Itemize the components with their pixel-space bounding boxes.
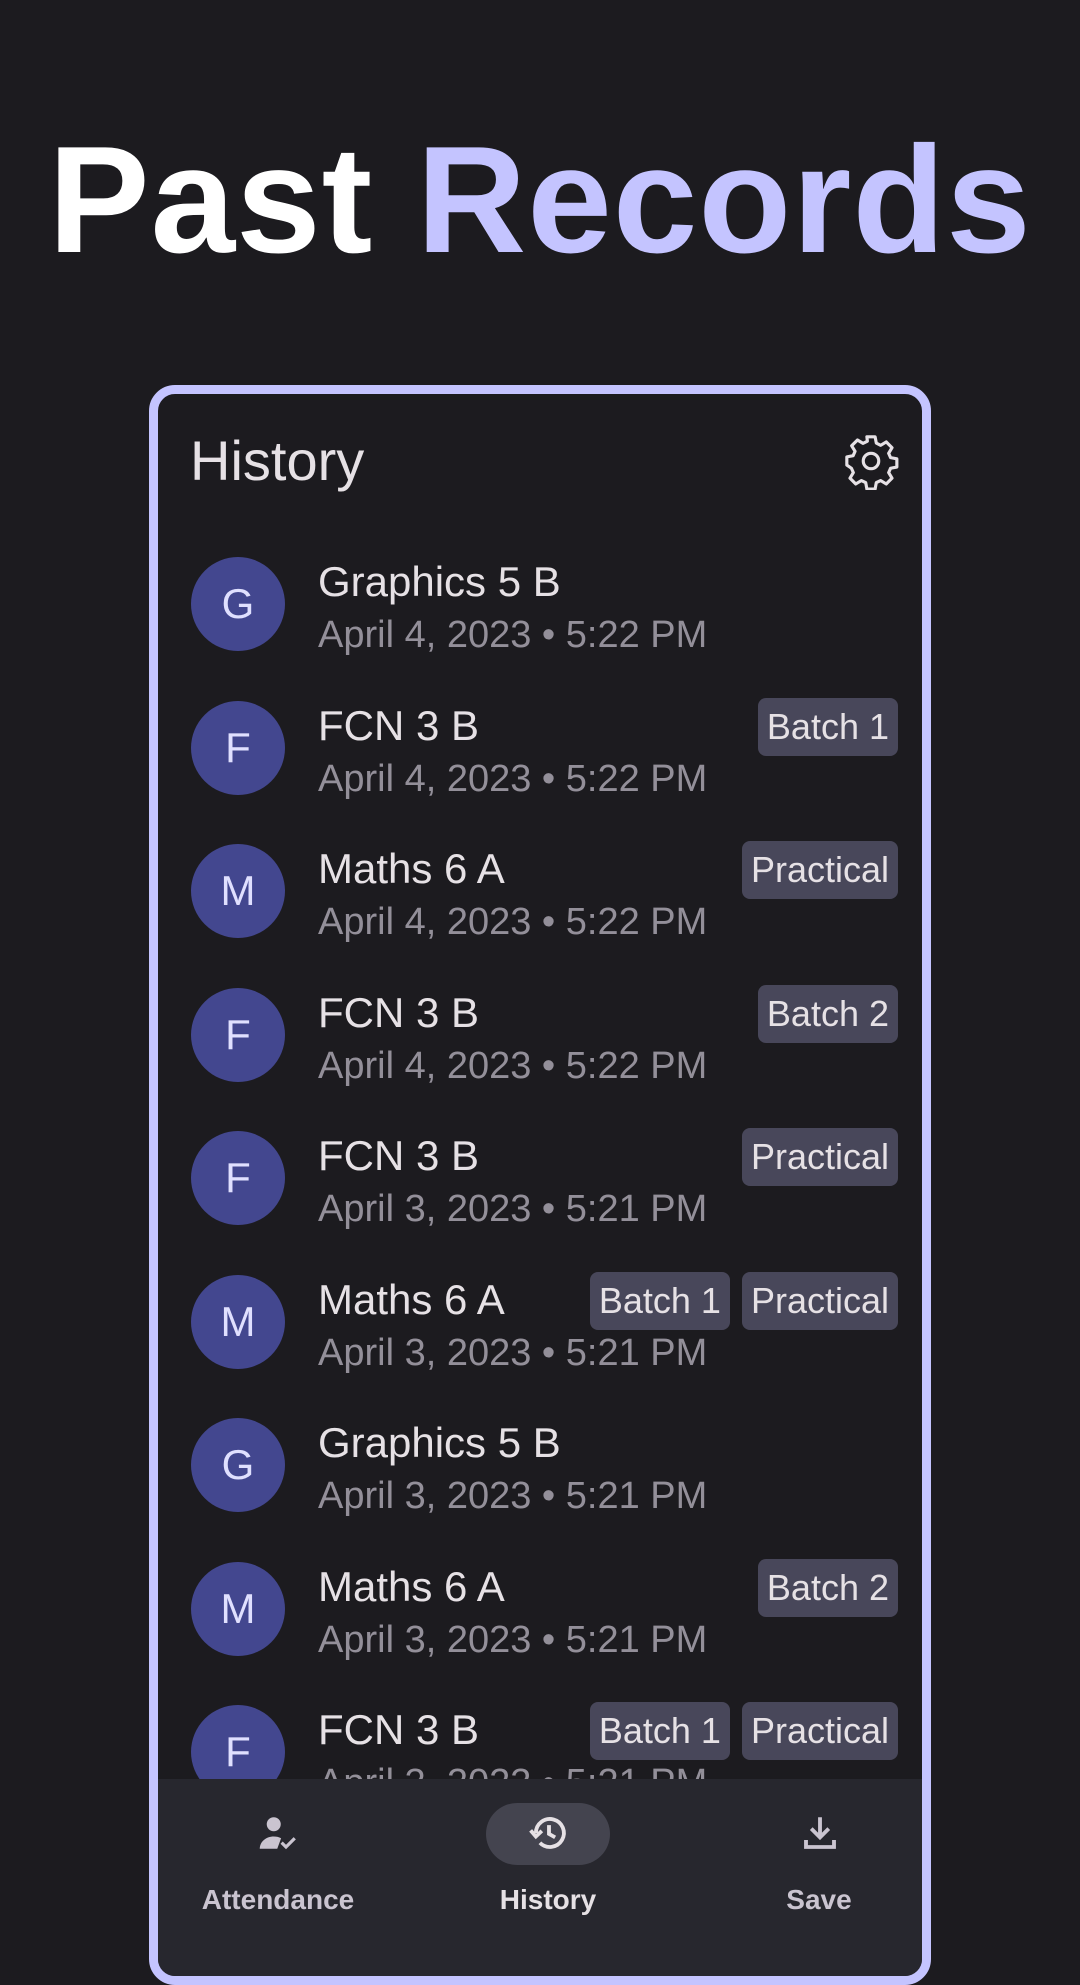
tag-group: Batch 2 (757, 1558, 898, 1617)
tag-group: Batch 1 Practical (589, 1271, 898, 1330)
record-name: Graphics 5 B (318, 558, 561, 605)
avatar: F (191, 1131, 285, 1225)
record-date: April 3, 2023 • 5:21 PM (318, 1475, 708, 1517)
record-name: Maths 6 A (318, 845, 505, 892)
list-item[interactable]: G Graphics 5 B April 3, 2023 • 5:21 PM (158, 1397, 922, 1540)
phone-frame: History G Graphics 5 B April 4, 2023 • 5:2… (149, 385, 931, 1985)
list-item[interactable]: F FCN 3 B April 4, 2023 • 5:22 PM Batch 2 (158, 967, 922, 1110)
list-item[interactable]: G Graphics 5 B April 4, 2023 • 5:22 PM (158, 536, 922, 679)
tag-chip: Batch 2 (757, 1558, 898, 1617)
list-item[interactable]: M Maths 6 A April 3, 2023 • 5:21 PM Batch 2 (158, 1541, 922, 1684)
hero-word-past: Past (48, 115, 374, 285)
record-date: April 4, 2023 • 5:22 PM (318, 901, 708, 943)
record-date: April 3, 2023 • 5:21 PM (318, 1188, 708, 1230)
tag-chip: Batch 1 (757, 697, 898, 756)
tag-chip: Batch 1 (589, 1702, 730, 1760)
history-icon (529, 1817, 566, 1849)
record-name: FCN 3 B (318, 701, 480, 749)
download-icon (804, 1817, 836, 1849)
tag-chip: Practical (741, 841, 898, 899)
record-name: FCN 3 B (318, 988, 480, 1036)
tag-chip: Batch 2 (757, 984, 898, 1043)
tag-group: Practical (741, 841, 898, 899)
record-date: April 3, 2023 • 5:21 PM (318, 1331, 708, 1374)
list-item[interactable]: M Maths 6 A April 3, 2023 • 5:21 PM Batch 1… (158, 1254, 922, 1397)
record-date: April 3, 2023 • 5:21 PM (318, 1618, 708, 1661)
avatar: G (191, 557, 285, 651)
avatar: M (191, 1274, 285, 1369)
record-name: Maths 6 A (318, 1275, 505, 1323)
history-list: G Graphics 5 B April 4, 2023 • 5:22 PM F FCN… (158, 536, 922, 1976)
record-date: April 4, 2023 • 5:22 PM (318, 1044, 708, 1087)
record-date: April 4, 2023 • 5:22 PM (318, 614, 708, 656)
top-app-bar: History (158, 394, 922, 534)
tag-chip: Practical (741, 1128, 898, 1186)
hero-word-records: Records (416, 115, 1032, 285)
record-name: Maths 6 A (318, 1562, 505, 1610)
list-item[interactable]: M Maths 6 A April 4, 2023 • 5:22 PM Practic… (158, 823, 922, 966)
nav-label-attendance: Attendance (201, 1884, 355, 1915)
record-name: Graphics 5 B (318, 1419, 561, 1466)
person-check-icon (259, 1817, 296, 1850)
bottom-navigation: Attendance History Save (158, 1779, 922, 1976)
avatar: F (191, 700, 285, 795)
gear-icon[interactable] (842, 432, 900, 490)
avatar: G (191, 1418, 285, 1512)
nav-label-save: Save (786, 1884, 852, 1915)
list-item[interactable]: F FCN 3 B April 3, 2023 • 5:21 PM Practical (158, 1110, 922, 1253)
record-name: FCN 3 B (318, 1132, 480, 1179)
page-title: History (190, 429, 365, 492)
tag-chip: Batch 1 (589, 1271, 730, 1330)
avatar: F (191, 987, 285, 1082)
record-date: April 4, 2023 • 5:22 PM (318, 757, 708, 800)
avatar: M (191, 1561, 285, 1656)
tag-chip: Practical (741, 1702, 898, 1760)
nav-label-history: History (499, 1884, 597, 1915)
tag-group: Batch 1 (757, 697, 898, 756)
tag-group: Batch 1 Practical (589, 1702, 898, 1760)
record-name: FCN 3 B (318, 1706, 480, 1753)
hero-heading: Past Records (0, 120, 1080, 280)
list-item[interactable]: F FCN 3 B April 4, 2023 • 5:22 PM Batch 1 (158, 680, 922, 823)
tag-group: Batch 2 (757, 984, 898, 1043)
tag-group: Practical (741, 1128, 898, 1186)
avatar: M (191, 844, 285, 938)
tag-chip: Practical (741, 1271, 898, 1330)
